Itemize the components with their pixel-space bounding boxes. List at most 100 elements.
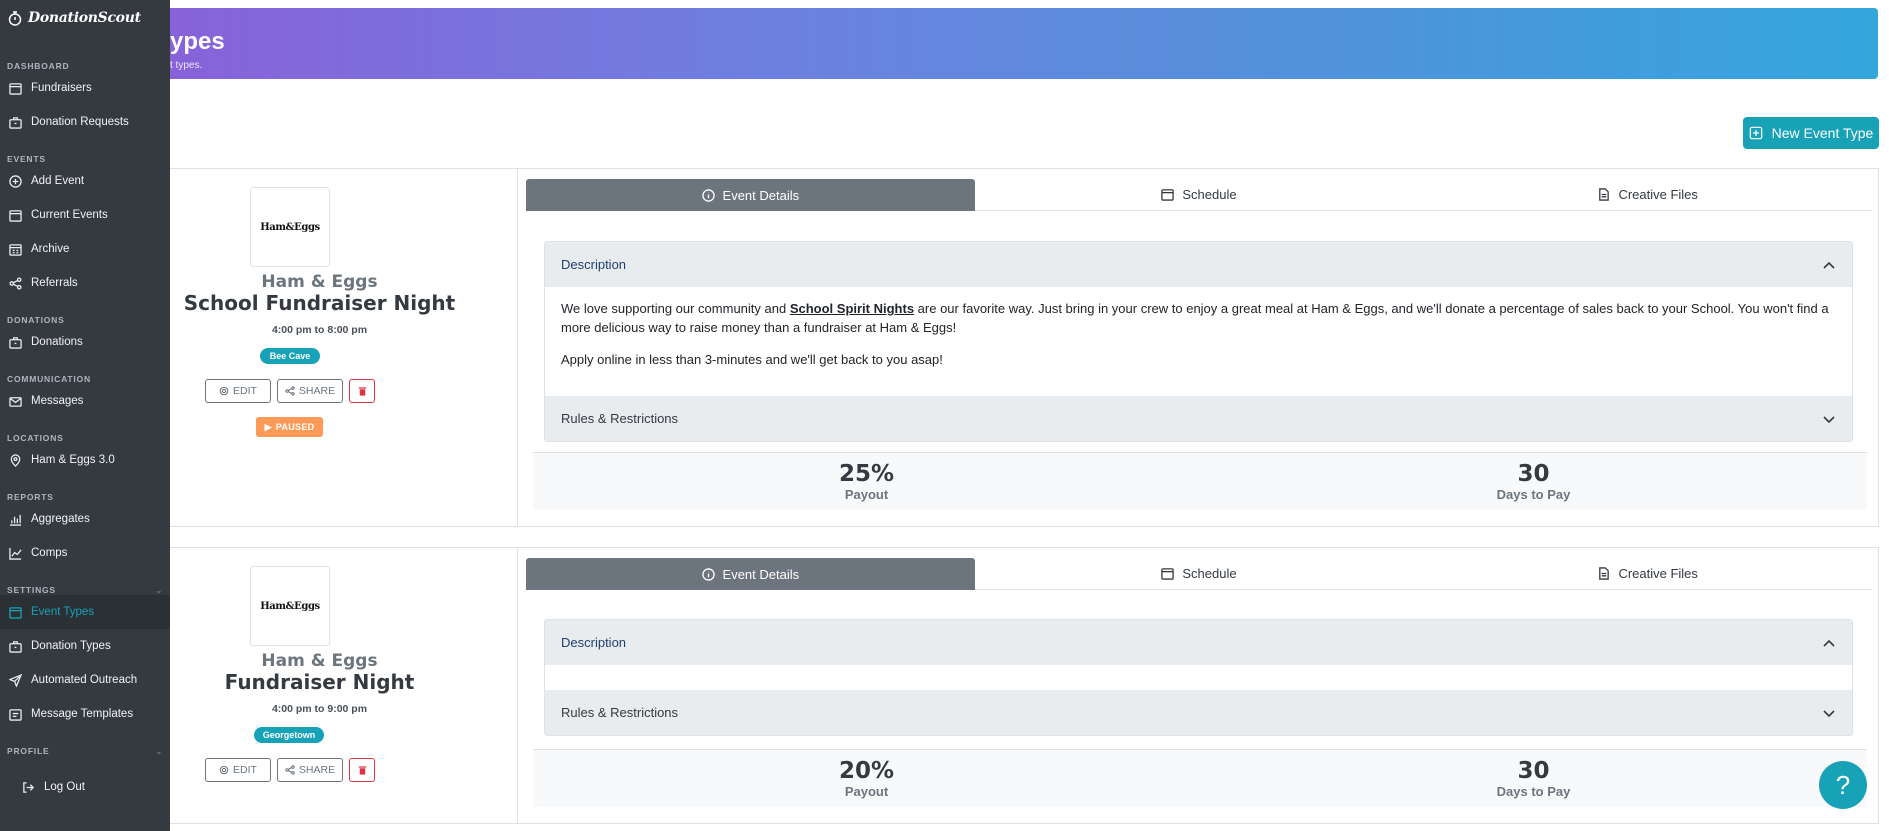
payout-value: 20% [838, 758, 895, 784]
days-to-pay-stat: 30 Days to Pay [1200, 750, 1867, 807]
section-label: COMMUNICATION [7, 374, 91, 384]
trash-icon [358, 765, 366, 775]
gear-icon [219, 765, 229, 775]
location-badge: Bee Cave [260, 348, 320, 364]
nav-section-events: EVENTS [0, 150, 170, 164]
event-tabs: Event Details Schedule Creative Files [526, 179, 1873, 211]
sidebar-item-donations[interactable]: Donations [0, 325, 170, 359]
description-text: Apply online in less than 3-minutes and … [561, 352, 943, 367]
archive-icon [9, 243, 22, 256]
days-to-pay-label: Days to Pay [1496, 784, 1571, 799]
help-button[interactable]: ? [1819, 761, 1867, 809]
send-icon [9, 673, 22, 687]
nav-section-reports: REPORTS [0, 488, 170, 502]
line-chart-icon [9, 547, 22, 560]
plus-circle-icon [9, 174, 22, 188]
mail-icon [9, 396, 22, 407]
nav-section-settings[interactable]: SETTINGS ⌄ [0, 581, 170, 595]
section-label: LOCATIONS [7, 433, 64, 443]
briefcase-icon [9, 336, 22, 349]
file-icon [1599, 567, 1610, 580]
days-to-pay-value: 30 [1517, 461, 1550, 487]
days-to-pay-value: 30 [1517, 758, 1550, 784]
tab-event-details[interactable]: Event Details [526, 179, 975, 211]
tab-schedule[interactable]: Schedule [974, 179, 1424, 211]
section-label: DONATIONS [7, 315, 65, 325]
new-event-type-button[interactable]: New Event Type [1743, 117, 1879, 149]
logout-icon [23, 781, 35, 793]
nav-section-donations: DONATIONS [0, 311, 170, 325]
plus-square-icon [1749, 126, 1762, 140]
sidebar-item-donation-types[interactable]: Donation Types [0, 629, 170, 663]
calendar-icon [9, 606, 22, 619]
pause-icon: ▶ [264, 421, 272, 432]
sidebar-item-messages[interactable]: Messages [0, 384, 170, 418]
sidebar-item-label: Ham & Eggs 3.0 [31, 454, 115, 466]
delete-button[interactable] [349, 379, 375, 403]
description-header[interactable]: Description [545, 242, 1852, 287]
brand[interactable]: DonationScout [0, 0, 170, 36]
tab-event-details[interactable]: Event Details [526, 558, 975, 590]
days-to-pay-stat: 30 Days to Pay [1200, 453, 1867, 510]
sidebar-item-aggregates[interactable]: Aggregates [0, 502, 170, 536]
edit-button[interactable]: EDIT [205, 379, 271, 403]
trash-icon [358, 386, 366, 396]
sidebar-item-label: Messages [31, 395, 84, 407]
event-stats: 25% Payout 30 Days to Pay [533, 452, 1867, 510]
tab-label: Event Details [722, 566, 800, 582]
tab-creative-files[interactable]: Creative Files [1423, 558, 1873, 590]
tab-label: Schedule [1182, 187, 1237, 202]
business-logo: Ham&Eggs [250, 566, 330, 646]
tab-creative-files[interactable]: Creative Files [1423, 179, 1873, 211]
sidebar-item-message-templates[interactable]: Message Templates [0, 697, 170, 731]
rules-header[interactable]: Rules & Restrictions [545, 690, 1852, 735]
sidebar-item-automated-outreach[interactable]: Automated Outreach [0, 663, 170, 697]
tab-label: Event Details [722, 187, 800, 203]
sidebar-item-location[interactable]: Ham & Eggs 3.0 [0, 443, 170, 477]
status-label: PAUSED [275, 422, 315, 432]
payout-value: 25% [838, 461, 895, 487]
description-header[interactable]: Description [545, 620, 1852, 665]
sidebar-item-add-event[interactable]: Add Event [0, 164, 170, 198]
rules-header[interactable]: Rules & Restrictions [545, 396, 1852, 441]
nav-section-profile[interactable]: PROFILE ⌄ [0, 742, 170, 756]
event-tabs: Event Details Schedule Creative Files [526, 558, 1873, 590]
chevron-down-icon: ⌄ [155, 586, 163, 595]
description-accordion: Description We love supporting our commu… [544, 241, 1853, 442]
sidebar-item-label: Comps [31, 547, 68, 559]
location-badge: Georgetown [254, 727, 324, 743]
sidebar-item-comps[interactable]: Comps [0, 536, 170, 570]
edit-button[interactable]: EDIT [205, 758, 271, 782]
sidebar-item-current-events[interactable]: Current Events [0, 198, 170, 232]
payout-label: Payout [844, 487, 889, 502]
sidebar-item-referrals[interactable]: Referrals [0, 266, 170, 300]
sidebar-item-label: Aggregates [31, 513, 90, 525]
event-time: 4:00 pm to 8:00 pm [271, 324, 368, 336]
sidebar-item-fundraisers[interactable]: Fundraisers [0, 71, 170, 105]
page-title: ypes [170, 28, 225, 55]
section-label: REPORTS [7, 492, 54, 502]
gear-icon [219, 386, 229, 396]
share-button[interactable]: SHARE [277, 379, 343, 403]
map-pin-icon [10, 453, 21, 467]
tab-schedule[interactable]: Schedule [974, 558, 1424, 590]
file-icon [9, 708, 22, 721]
sidebar-item-donation-requests[interactable]: Donation Requests [0, 105, 170, 139]
school-spirit-nights-link[interactable]: School Spirit Nights [790, 301, 914, 316]
sidebar-item-label: Event Types [31, 606, 95, 618]
tab-label: Schedule [1182, 566, 1237, 581]
share-button[interactable]: SHARE [277, 758, 343, 782]
section-label: PROFILE [7, 746, 50, 756]
sidebar-item-log-out[interactable]: Log Out [0, 770, 170, 804]
sidebar-item-archive[interactable]: Archive [0, 232, 170, 266]
delete-button[interactable] [349, 758, 375, 782]
calendar-icon [1161, 189, 1175, 201]
chevron-down-icon [1823, 709, 1835, 717]
edit-label: EDIT [233, 764, 257, 776]
sidebar-item-event-types[interactable]: Event Types [0, 595, 170, 629]
event-summary-panel: Ham&Eggs Ham & Eggs School Fundraiser Ni… [121, 169, 518, 526]
info-icon [701, 567, 715, 581]
event-type-card: Ham&Eggs Ham & Eggs School Fundraiser Ni… [120, 168, 1879, 527]
chevron-down-icon [1823, 415, 1835, 423]
section-label: SETTINGS [7, 585, 56, 595]
